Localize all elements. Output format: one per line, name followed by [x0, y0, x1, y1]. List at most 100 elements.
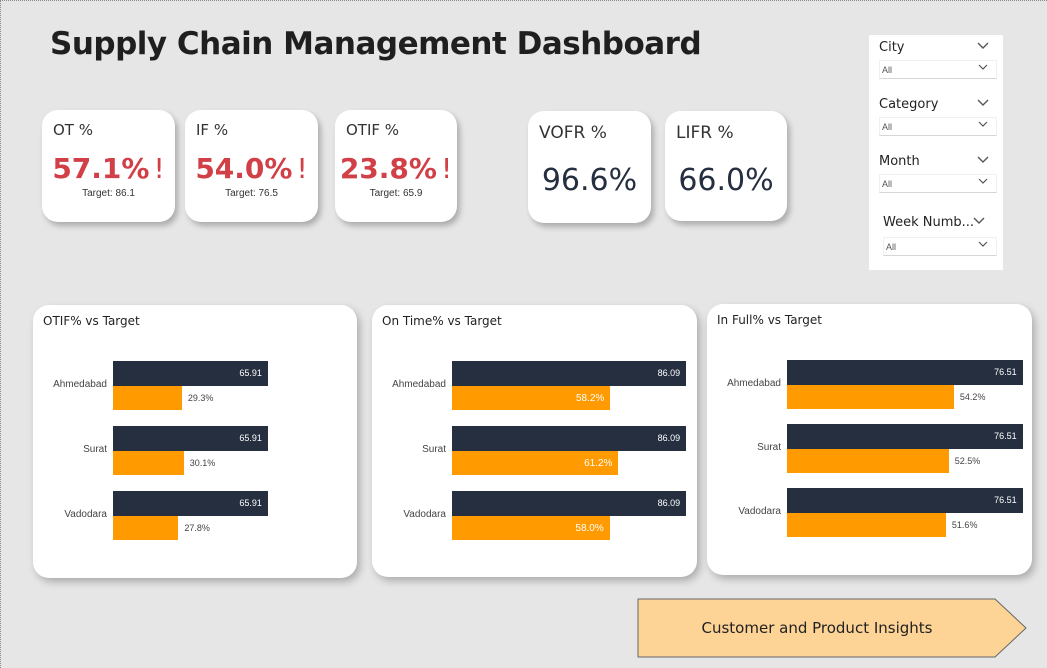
chart-otif-vs-target[interactable]: OTIF% vs Target Ahmedabad 65.91 29.3% Surat…	[33, 305, 357, 578]
chart-title: In Full% vs Target	[717, 313, 822, 327]
slicer-dropdown[interactable]: All	[883, 237, 997, 256]
actual-bar-label: 29.3%	[187, 393, 214, 403]
category-label: Surat	[757, 442, 781, 453]
slicer-dropdown[interactable]: All	[879, 174, 997, 193]
kpi-target: Target: 86.1	[82, 188, 135, 199]
actual-bar[interactable]: 61.2%	[452, 451, 619, 475]
chevron-down-icon	[978, 241, 988, 248]
chevron-down-icon[interactable]	[977, 99, 989, 107]
actual-bar-label: 58.0%	[575, 523, 604, 534]
slicer-header[interactable]: Week Numb...	[883, 215, 997, 235]
kpi-card-vofr[interactable]: VOFR % 96.6%	[528, 111, 651, 223]
slicer-month: Month All	[879, 154, 997, 193]
slicer-value: All	[882, 65, 893, 75]
actual-bar[interactable]	[787, 385, 954, 409]
chevron-down-icon	[978, 121, 988, 128]
target-bar-label: 65.91	[239, 368, 262, 378]
slicer-category: Category All	[879, 97, 997, 136]
category-label: Vadodara	[403, 509, 446, 520]
kpi-value: 57.1%!	[42, 152, 175, 185]
target-bar-label: 65.91	[239, 433, 262, 443]
actual-bar[interactable]: 58.0%	[452, 516, 610, 540]
chevron-down-icon[interactable]	[973, 217, 985, 225]
chart-row: Surat 86.09 61.2%	[372, 426, 697, 476]
actual-bar[interactable]	[787, 513, 946, 537]
slicer-panel: City All Category All Month All Week Num…	[869, 35, 1003, 270]
kpi-label: OT %	[53, 121, 93, 139]
kpi-value-text: 57.1%	[52, 152, 150, 185]
kpi-label: VOFR %	[539, 123, 607, 143]
category-label: Ahmedabad	[727, 378, 781, 389]
chevron-down-icon[interactable]	[977, 156, 989, 164]
actual-bar[interactable]	[787, 449, 949, 473]
kpi-value-text: 23.8%	[339, 152, 437, 185]
target-bar[interactable]: 86.09	[452, 491, 687, 516]
kpi-value: 66.0%	[678, 163, 774, 198]
slicer-value: All	[882, 179, 893, 189]
chart-row: Surat 76.51 52.5%	[707, 424, 1032, 474]
category-label: Surat	[83, 444, 107, 455]
chart-row: Ahmedabad 65.91 29.3%	[33, 361, 357, 411]
target-bar[interactable]: 86.09	[452, 361, 687, 386]
kpi-value: 54.0%!	[185, 152, 318, 185]
actual-bar[interactable]	[113, 386, 182, 410]
target-bar[interactable]: 65.91	[113, 361, 268, 386]
kpi-card-otif[interactable]: OTIF % 23.8%! Target: 65.9	[335, 110, 457, 222]
target-bar[interactable]: 76.51	[787, 424, 1023, 449]
slicer-header[interactable]: Month	[879, 154, 997, 174]
kpi-card-lifr[interactable]: LIFR % 66.0%	[665, 111, 787, 221]
customer-product-insights-button[interactable]: Customer and Product Insights	[637, 598, 1028, 658]
canvas-border-left	[0, 0, 1, 668]
kpi-value: 23.8%!	[335, 152, 457, 185]
category-label: Ahmedabad	[53, 379, 107, 390]
target-bar[interactable]: 76.51	[787, 360, 1023, 385]
kpi-value: 96.6%	[541, 163, 638, 198]
chart-row: Surat 65.91 30.1%	[33, 426, 357, 476]
chart-row: Vadodara 86.09 58.0%	[372, 491, 697, 541]
target-bar-label: 76.51	[994, 367, 1017, 377]
target-bar[interactable]: 65.91	[113, 426, 268, 451]
chart-title: OTIF% vs Target	[43, 314, 140, 328]
kpi-card-if[interactable]: IF % 54.0%! Target: 76.5	[185, 110, 318, 222]
kpi-target: Target: 76.5	[225, 188, 278, 199]
actual-bar-label: 54.2%	[959, 392, 986, 402]
kpi-target: Target: 65.9	[369, 188, 423, 199]
chart-ontime-vs-target[interactable]: On Time% vs Target Ahmedabad 86.09 58.2% Su…	[372, 305, 697, 577]
category-label: Vadodara	[738, 506, 781, 517]
slicer-week-number: Week Numb... All	[883, 215, 997, 256]
slicer-label: City	[879, 40, 905, 55]
actual-bar[interactable]	[113, 516, 179, 540]
alert-icon: !	[296, 152, 308, 185]
category-label: Vadodara	[64, 509, 107, 520]
slicer-label: Month	[879, 154, 920, 169]
actual-bar[interactable]	[113, 451, 184, 475]
slicer-dropdown[interactable]: All	[879, 117, 997, 136]
slicer-label: Week Numb...	[883, 215, 975, 230]
slicer-header[interactable]: City	[879, 40, 997, 60]
chart-row: Vadodara 65.91 27.8%	[33, 491, 357, 541]
chart-infull-vs-target[interactable]: In Full% vs Target Ahmedabad 76.51 54.2% Su…	[707, 304, 1032, 575]
category-label: Surat	[422, 444, 446, 455]
slicer-label: Category	[879, 97, 939, 112]
alert-icon: !	[153, 152, 165, 185]
slicer-value: All	[882, 122, 893, 132]
slicer-dropdown[interactable]: All	[879, 60, 997, 79]
chart-row: Vadodara 76.51 51.6%	[707, 488, 1032, 538]
actual-bar-label: 30.1%	[189, 458, 216, 468]
chevron-down-icon[interactable]	[977, 42, 989, 50]
target-bar[interactable]: 65.91	[113, 491, 268, 516]
kpi-card-ot[interactable]: OT % 57.1%! Target: 86.1	[42, 110, 175, 222]
kpi-label: LIFR %	[676, 123, 734, 143]
page-title: Supply Chain Management Dashboard	[50, 26, 702, 62]
target-bar[interactable]: 76.51	[787, 488, 1023, 513]
target-bar[interactable]: 86.09	[452, 426, 687, 451]
actual-bar-label: 27.8%	[184, 523, 210, 533]
slicer-header[interactable]: Category	[879, 97, 997, 117]
chevron-down-icon	[978, 64, 988, 71]
category-label: Ahmedabad	[392, 379, 446, 390]
chart-row: Ahmedabad 76.51 54.2%	[707, 360, 1032, 410]
alert-icon: !	[440, 152, 453, 185]
actual-bar[interactable]: 58.2%	[452, 386, 611, 410]
actual-bar-label: 61.2%	[584, 458, 613, 469]
slicer-value: All	[886, 242, 897, 252]
